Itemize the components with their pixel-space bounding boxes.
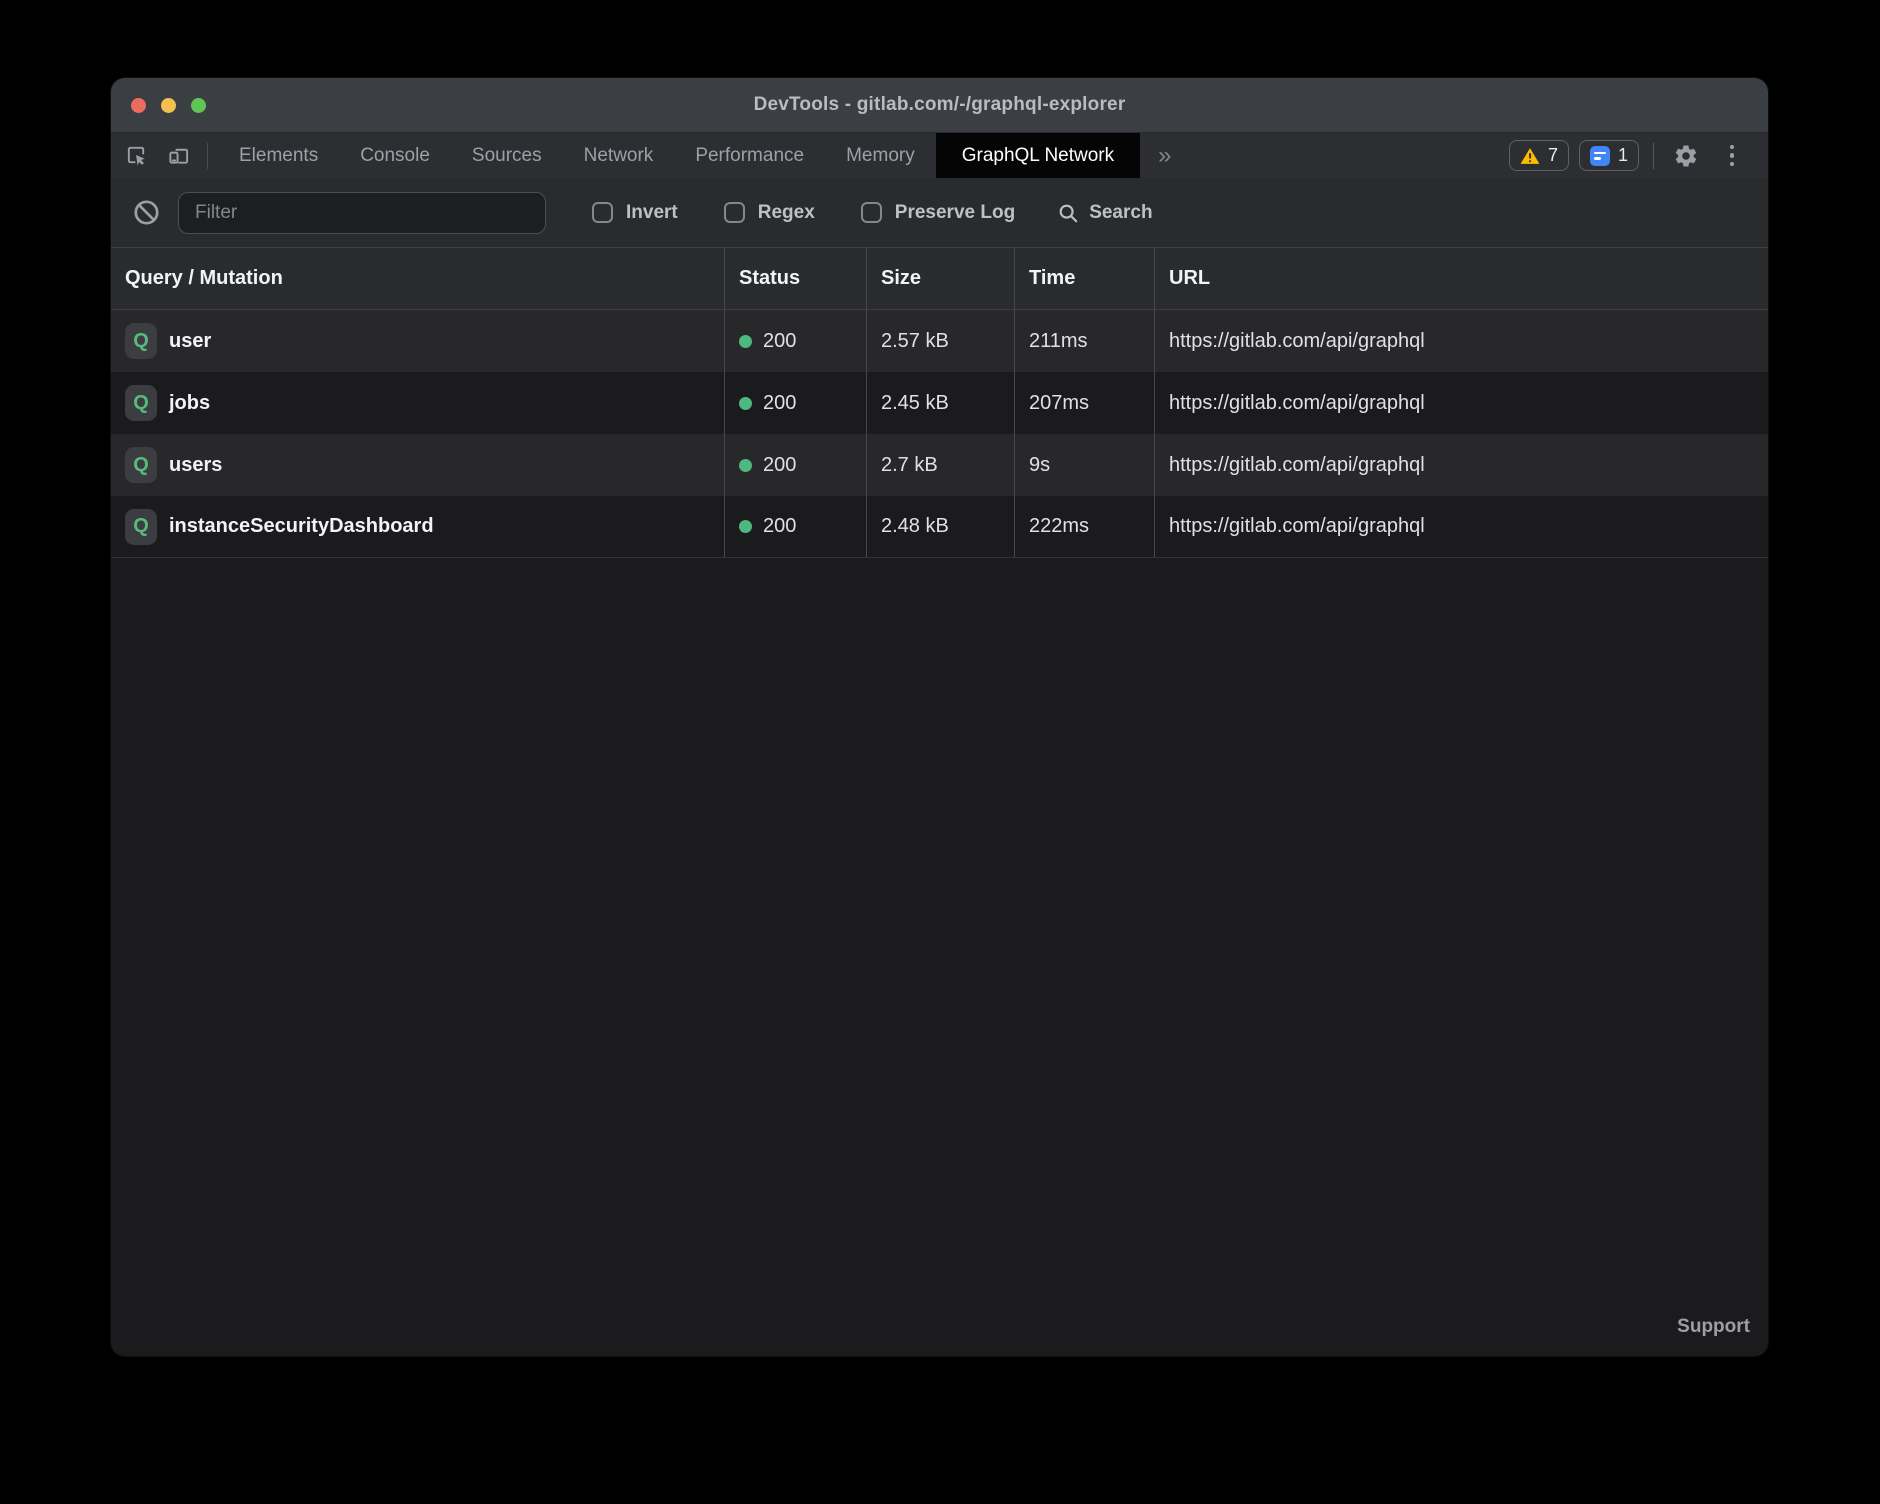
query-name: user xyxy=(169,330,211,353)
search-button[interactable]: Search xyxy=(1057,202,1152,224)
inspect-element-button[interactable] xyxy=(119,139,153,173)
issues-message-icon xyxy=(1590,146,1610,166)
query-name: jobs xyxy=(169,392,210,415)
tab-elements[interactable]: Elements xyxy=(218,133,339,178)
invert-label: Invert xyxy=(626,202,678,224)
toggle-device-toolbar-button[interactable] xyxy=(161,139,195,173)
issues-badge[interactable]: 1 xyxy=(1579,140,1639,171)
request-size: 2.45 kB xyxy=(866,372,1014,434)
controls-divider xyxy=(1653,143,1654,169)
preserve-log-label: Preserve Log xyxy=(895,202,1015,224)
issues-count: 1 xyxy=(1618,145,1628,166)
query-type-badge: Q xyxy=(125,509,157,545)
column-header-url: URL xyxy=(1154,248,1768,309)
regex-label: Regex xyxy=(758,202,815,224)
request-size: 2.57 kB xyxy=(866,310,1014,372)
tab-memory[interactable]: Memory xyxy=(825,133,936,178)
search-icon xyxy=(1057,202,1079,224)
window-title: DevTools - gitlab.com/-/graphql-explorer xyxy=(754,94,1126,116)
gear-icon xyxy=(1673,143,1699,169)
preserve-log-checkbox-group[interactable]: Preserve Log xyxy=(861,202,1015,224)
request-time: 9s xyxy=(1014,434,1154,496)
status-code: 200 xyxy=(763,392,796,415)
tab-bar-right-controls: 7 1 xyxy=(1509,138,1768,174)
clear-requests-button[interactable] xyxy=(133,199,160,226)
query-name: instanceSecurityDashboard xyxy=(169,515,434,538)
table-row[interactable]: Q instanceSecurityDashboard 200 2.48 kB … xyxy=(111,496,1768,558)
status-ok-dot xyxy=(739,397,752,410)
request-size: 2.48 kB xyxy=(866,496,1014,557)
customize-devtools-button[interactable] xyxy=(1714,138,1750,174)
traffic-lights xyxy=(131,78,206,132)
table-header-row: Query / Mutation Status Size Time URL xyxy=(111,248,1768,310)
column-header-time: Time xyxy=(1014,248,1154,309)
search-label: Search xyxy=(1089,202,1152,224)
more-tabs-button[interactable]: » xyxy=(1140,133,1187,178)
query-type-badge: Q xyxy=(125,323,157,359)
column-header-status: Status xyxy=(724,248,866,309)
block-icon xyxy=(133,199,160,226)
table-row[interactable]: Q users 200 2.7 kB 9s https://gitlab.com… xyxy=(111,434,1768,496)
warnings-count: 7 xyxy=(1548,145,1558,166)
filter-toolbar: Invert Regex Preserve Log Search xyxy=(111,178,1768,248)
device-toolbar-icon xyxy=(167,144,190,167)
preserve-log-checkbox[interactable] xyxy=(861,202,882,223)
request-table-body: Q user 200 2.57 kB 211ms https://gitlab.… xyxy=(111,310,1768,558)
status-code: 200 xyxy=(763,330,796,353)
status-ok-dot xyxy=(739,520,752,533)
status-ok-dot xyxy=(739,335,752,348)
zoom-window-button[interactable] xyxy=(191,98,206,113)
tab-network[interactable]: Network xyxy=(563,133,675,178)
invert-checkbox-group[interactable]: Invert xyxy=(592,202,678,224)
query-name: users xyxy=(169,454,222,477)
table-row[interactable]: Q jobs 200 2.45 kB 207ms https://gitlab.… xyxy=(111,372,1768,434)
close-window-button[interactable] xyxy=(131,98,146,113)
request-url: https://gitlab.com/api/graphql xyxy=(1154,372,1768,434)
query-type-badge: Q xyxy=(125,447,157,483)
chevron-double-right-icon: » xyxy=(1158,142,1169,170)
warning-triangle-icon xyxy=(1520,147,1540,165)
tab-console[interactable]: Console xyxy=(339,133,451,178)
regex-checkbox-group[interactable]: Regex xyxy=(724,202,815,224)
empty-panel-area: Support xyxy=(111,558,1768,1356)
request-time: 211ms xyxy=(1014,310,1154,372)
table-row[interactable]: Q user 200 2.57 kB 211ms https://gitlab.… xyxy=(111,310,1768,372)
minimize-window-button[interactable] xyxy=(161,98,176,113)
kebab-menu-icon xyxy=(1730,145,1735,167)
invert-checkbox[interactable] xyxy=(592,202,613,223)
inspect-cursor-icon xyxy=(125,144,148,167)
warnings-badge[interactable]: 7 xyxy=(1509,140,1569,171)
devtools-tab-bar: Elements Console Sources Network Perform… xyxy=(111,133,1768,178)
tab-performance[interactable]: Performance xyxy=(674,133,825,178)
support-link[interactable]: Support xyxy=(1677,1316,1750,1338)
request-time: 207ms xyxy=(1014,372,1154,434)
tab-graphql-network[interactable]: GraphQL Network xyxy=(936,133,1140,178)
column-header-query-mutation: Query / Mutation xyxy=(111,248,724,309)
regex-checkbox[interactable] xyxy=(724,202,745,223)
status-code: 200 xyxy=(763,515,796,538)
request-size: 2.7 kB xyxy=(866,434,1014,496)
status-code: 200 xyxy=(763,454,796,477)
filter-input[interactable] xyxy=(178,192,546,234)
column-header-size: Size xyxy=(866,248,1014,309)
query-type-badge: Q xyxy=(125,385,157,421)
toolbar-divider xyxy=(207,143,208,169)
tab-sources[interactable]: Sources xyxy=(451,133,563,178)
devtools-window: DevTools - gitlab.com/-/graphql-explorer xyxy=(111,78,1768,1356)
status-ok-dot xyxy=(739,459,752,472)
request-url: https://gitlab.com/api/graphql xyxy=(1154,310,1768,372)
settings-button[interactable] xyxy=(1668,138,1704,174)
title-bar: DevTools - gitlab.com/-/graphql-explorer xyxy=(111,78,1768,133)
request-time: 222ms xyxy=(1014,496,1154,557)
request-url: https://gitlab.com/api/graphql xyxy=(1154,434,1768,496)
request-url: https://gitlab.com/api/graphql xyxy=(1154,496,1768,557)
